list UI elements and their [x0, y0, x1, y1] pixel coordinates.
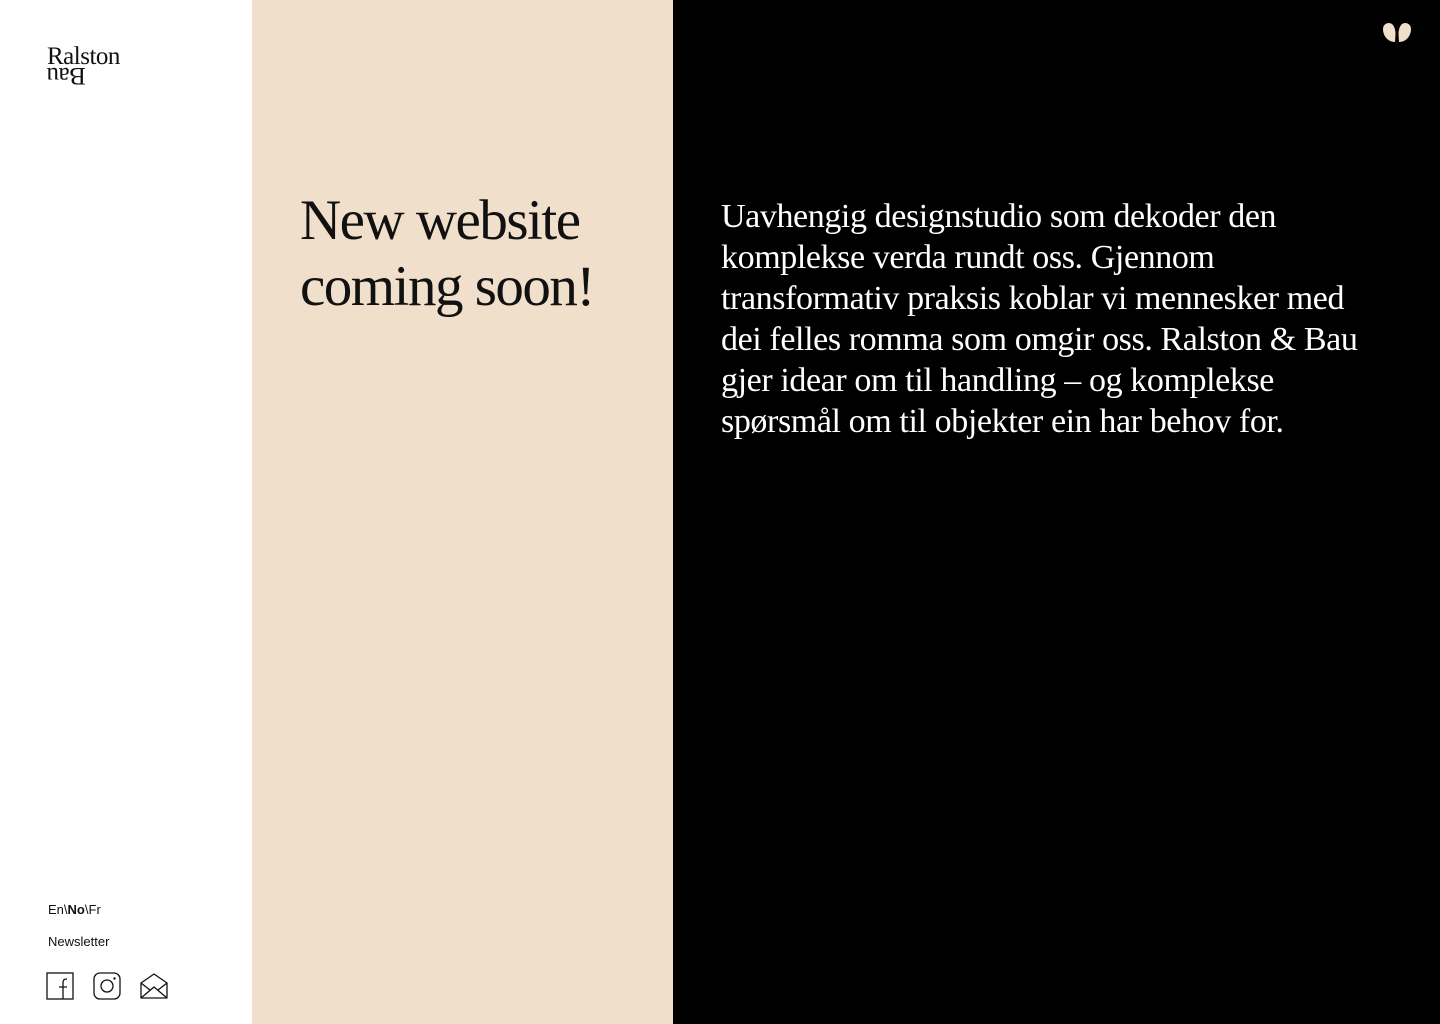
headline-line-2: coming soon!: [300, 255, 595, 318]
description-panel: Uavhengig designstudio som dekoder den k…: [673, 0, 1440, 1024]
language-fr[interactable]: Fr: [89, 902, 101, 917]
page: Ralston Bau En\No\Fr Newsletter New webs…: [0, 0, 1440, 1024]
instagram-icon[interactable]: [93, 972, 121, 1000]
headline-panel: New website coming soon!: [252, 0, 673, 1024]
facebook-icon[interactable]: [46, 972, 74, 1000]
studio-description: Uavhengig designstudio som dekoder den k…: [721, 198, 1358, 440]
language-switcher: En\No\Fr: [48, 902, 101, 917]
logo[interactable]: Ralston Bau: [47, 44, 120, 89]
language-en[interactable]: En: [48, 902, 64, 917]
language-no[interactable]: No: [68, 902, 85, 917]
social-links: [46, 972, 168, 1000]
logo-line-2: Bau: [47, 62, 86, 89]
brand-mark-icon: [1383, 23, 1411, 42]
sidebar: Ralston Bau En\No\Fr Newsletter: [0, 0, 252, 1024]
headline-line-1: New website: [300, 189, 581, 252]
newsletter-link[interactable]: Newsletter: [48, 934, 109, 949]
headline: New website coming soon!: [300, 188, 660, 320]
mail-icon[interactable]: [140, 972, 168, 1000]
